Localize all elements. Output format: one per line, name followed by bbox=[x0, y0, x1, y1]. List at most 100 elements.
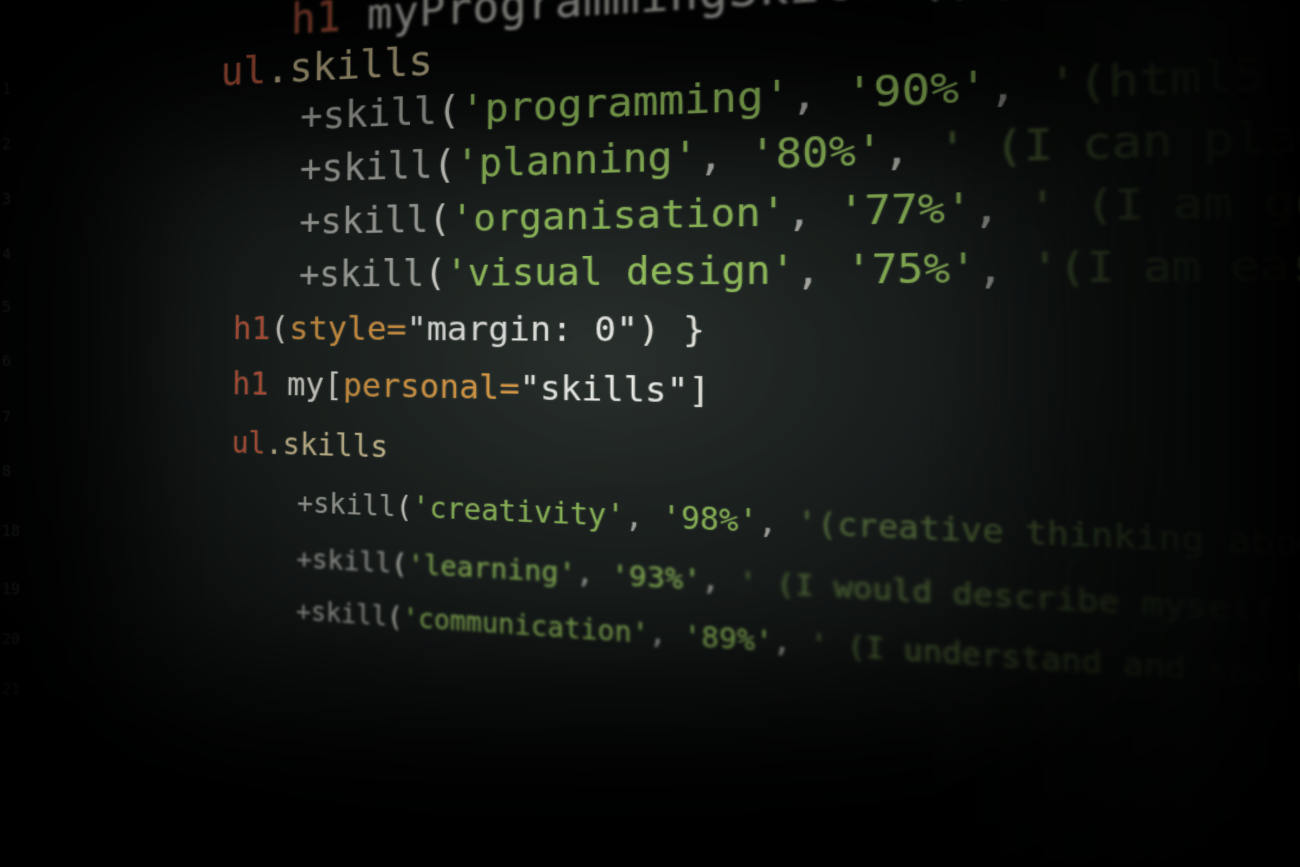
quote-token: ' bbox=[412, 492, 429, 525]
string-value: learning bbox=[424, 549, 559, 588]
string-value: organisation bbox=[473, 190, 760, 241]
mixin-token: +skill bbox=[296, 596, 387, 632]
string-value: 89% bbox=[701, 621, 755, 657]
string-value: 98% bbox=[681, 502, 738, 539]
tag-token: ul bbox=[220, 47, 266, 95]
punct-token: , bbox=[977, 244, 1032, 292]
punct-token: ( bbox=[270, 310, 289, 348]
quote-token: ' bbox=[770, 247, 795, 293]
class-token: .skills bbox=[266, 37, 433, 92]
punct-token: ( bbox=[433, 143, 456, 187]
quote-token: ' bbox=[764, 72, 791, 121]
quote-token: ' bbox=[945, 185, 973, 234]
quote-token: ' bbox=[456, 143, 479, 187]
string-token: '80%' bbox=[749, 128, 883, 179]
quote-token: ' bbox=[738, 565, 757, 600]
tag-token: h1 bbox=[233, 310, 271, 348]
quote-token: ' bbox=[662, 501, 681, 536]
mixin-token: +skill bbox=[300, 89, 437, 138]
line-number: 8 bbox=[2, 462, 11, 480]
attr-token: personal bbox=[343, 367, 500, 407]
quote-token: ' bbox=[856, 128, 883, 176]
identifier-token: my bbox=[268, 366, 324, 404]
quote-token: ' bbox=[838, 188, 864, 236]
punct-token: , bbox=[625, 500, 662, 536]
punct-token: ( bbox=[395, 491, 412, 524]
quote-token: ' bbox=[1047, 58, 1078, 109]
quote-token: " bbox=[667, 371, 689, 411]
string-value: skills bbox=[540, 370, 667, 411]
string-token: "skills" bbox=[519, 369, 688, 411]
mixin-token: +skill bbox=[299, 198, 429, 243]
mixin-token: +skill bbox=[299, 252, 425, 295]
tag-token: h1 bbox=[232, 366, 269, 403]
string-token: '98%' bbox=[662, 501, 758, 540]
punct-token: ( bbox=[428, 198, 451, 242]
quote-token: ' bbox=[810, 628, 829, 663]
line-number: 4 bbox=[2, 245, 11, 263]
quote-token: " bbox=[616, 309, 638, 350]
quote-token: " bbox=[406, 310, 426, 349]
string-token: '93%' bbox=[611, 559, 701, 597]
line-number: 7 bbox=[2, 408, 11, 426]
string-value: planning bbox=[479, 136, 673, 187]
line-number: 20 bbox=[2, 630, 20, 648]
quote-token: ' bbox=[461, 87, 485, 133]
string-token: 'programming' bbox=[461, 72, 791, 132]
quote-token: ' bbox=[632, 617, 649, 650]
line-number: 19 bbox=[2, 580, 20, 598]
punct-token: , bbox=[795, 247, 846, 293]
line-number: 2 bbox=[2, 135, 11, 153]
string-token: '77%' bbox=[838, 185, 973, 235]
punct-token: , bbox=[701, 563, 738, 599]
punct-token: ] bbox=[688, 371, 710, 412]
quote-token: ' bbox=[559, 556, 577, 590]
punct-token: ( bbox=[391, 547, 407, 579]
quote-token: ' bbox=[938, 125, 966, 174]
quote-token: ' bbox=[738, 504, 757, 540]
string-value: margin: 0 bbox=[427, 309, 617, 350]
mixin-token: +skill bbox=[296, 543, 391, 579]
quote-token: ' bbox=[950, 245, 977, 292]
quote-token: ' bbox=[959, 63, 988, 113]
string-value: visual design bbox=[468, 248, 771, 295]
code-editor-photo: 1 2 3 4 5 6 7 8 18 19 20 21 h1 myProgram… bbox=[0, 0, 1300, 867]
punct-token: ( bbox=[387, 602, 403, 634]
quote-token: ' bbox=[611, 559, 629, 593]
punct-token: [ bbox=[324, 367, 343, 405]
string-token: '90%' bbox=[845, 63, 988, 118]
punct-token: , bbox=[883, 126, 939, 175]
quote-token: ' bbox=[1031, 244, 1059, 292]
quote-token: ' bbox=[673, 135, 698, 181]
punct-token: ( bbox=[437, 88, 461, 133]
line-number-gutter: 1 2 3 4 5 6 7 8 18 19 20 21 bbox=[0, 0, 40, 867]
string-value: 93% bbox=[629, 559, 683, 595]
punct-token: = bbox=[386, 310, 406, 349]
string-value: 75% bbox=[871, 245, 950, 292]
string-token: '89%' bbox=[684, 620, 773, 659]
string-value: (I understand and speak english with bbox=[828, 629, 1300, 717]
string-token: 'creativity' bbox=[412, 492, 624, 534]
string-value: 90% bbox=[873, 64, 959, 116]
punct-token: , bbox=[786, 188, 838, 236]
class-token: .skills bbox=[265, 426, 388, 465]
quote-token: " bbox=[519, 369, 540, 408]
quote-token: ' bbox=[606, 499, 625, 534]
punct-token: , bbox=[698, 133, 749, 180]
line-number: 18 bbox=[2, 522, 20, 540]
attr-token: style bbox=[289, 310, 387, 349]
quote-token: ' bbox=[451, 197, 474, 241]
string-value: communication bbox=[418, 604, 632, 649]
punct-token: ( bbox=[424, 252, 446, 294]
code-area: h1 myProgrammingSkills(){ ul.skills +ski… bbox=[146, 0, 1300, 811]
quote-token: ' bbox=[1028, 183, 1057, 232]
line-number: 1 bbox=[2, 80, 11, 98]
quote-token: ' bbox=[761, 189, 787, 236]
string-token: '75%' bbox=[846, 245, 977, 293]
mixin-token: +skill bbox=[300, 144, 433, 191]
string-token: 'organisation' bbox=[451, 189, 786, 241]
punct-token: = bbox=[499, 369, 519, 408]
quote-token: ' bbox=[797, 507, 817, 543]
punct-token: , bbox=[758, 505, 797, 542]
string-token: ' (I understand and speak english with bbox=[810, 628, 1300, 717]
